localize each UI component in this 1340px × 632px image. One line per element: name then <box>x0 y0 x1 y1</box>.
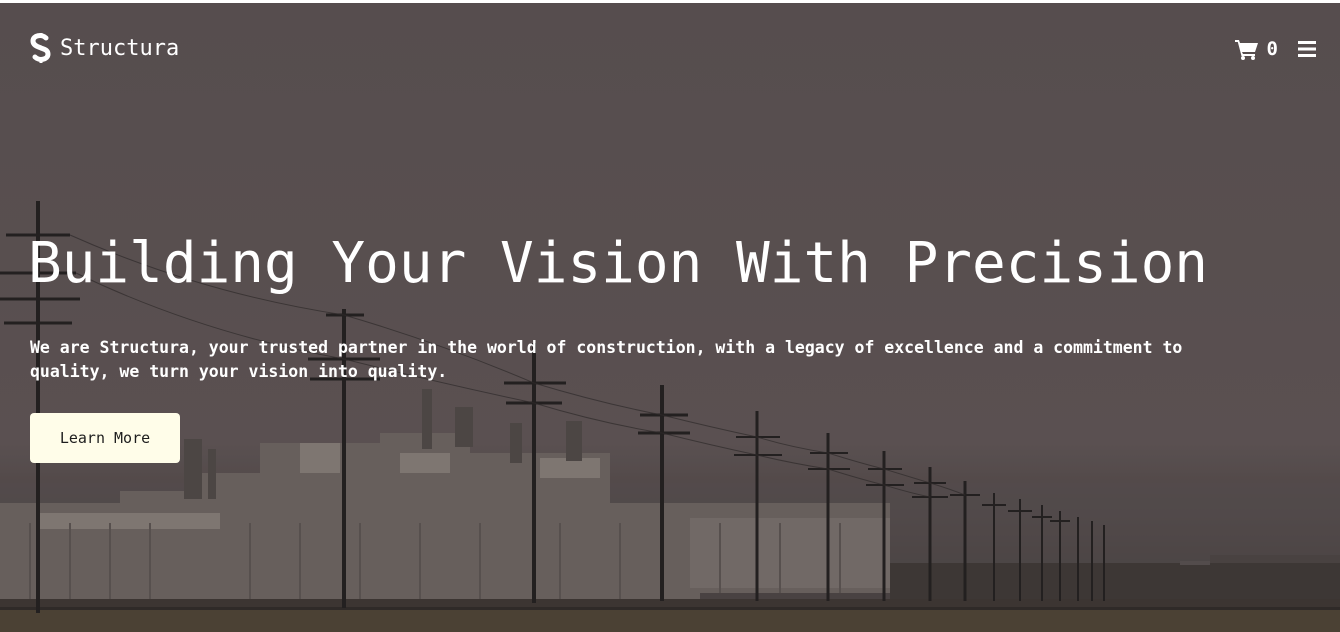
hero-section: Structura 0 Building Your Vision With Pr… <box>0 3 1340 632</box>
hero-background-image <box>0 3 1340 632</box>
shopping-cart-icon <box>1234 40 1258 60</box>
hero-subtitle: We are Structura, your trusted partner i… <box>30 338 1183 381</box>
hamburger-menu-icon[interactable] <box>1298 41 1316 57</box>
cart-count-badge: 0 <box>1266 38 1278 60</box>
s-monogram-icon <box>30 33 51 63</box>
learn-more-button[interactable]: Learn More <box>30 413 180 463</box>
nav-actions: 0 <box>1234 35 1316 63</box>
hero-title: Building Your Vision With Precision <box>28 231 1209 296</box>
brand-name: Structura <box>60 35 180 61</box>
cart-button[interactable]: 0 <box>1234 38 1278 60</box>
brand-logo-link[interactable]: Structura <box>30 31 179 65</box>
top-navbar: Structura 0 <box>0 3 1340 93</box>
